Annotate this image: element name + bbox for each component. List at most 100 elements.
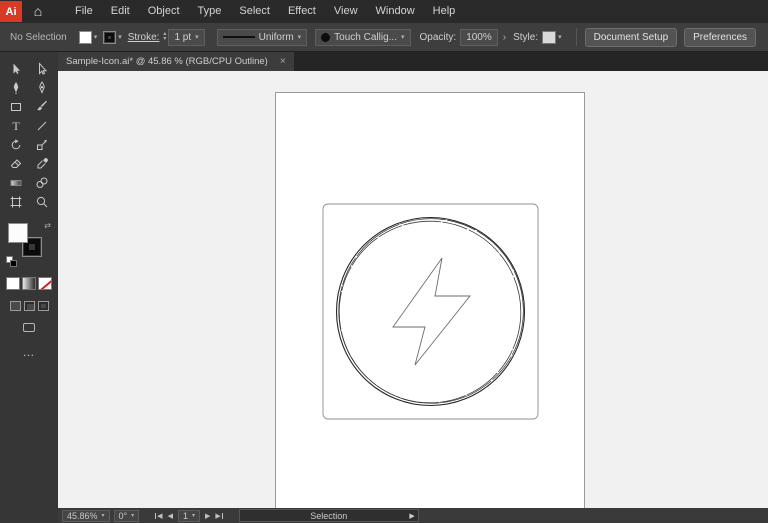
stroke-weight-value: 1 pt [174,32,191,43]
artboard-number-field[interactable]: 1 ▾ [178,510,200,522]
menu-file[interactable]: File [66,0,102,23]
type-tool-icon: T [9,119,23,133]
control-bar: No Selection ▾ ▾ Stroke: ▴ ▾ 1 pt ▾ Unif… [0,23,768,52]
pen-tool[interactable] [3,78,29,97]
home-icon[interactable]: ⌂ [24,1,52,22]
paintbrush-tool[interactable] [29,97,55,116]
chevron-down-icon[interactable]: ▾ [558,33,562,41]
chevron-down-icon[interactable]: ▾ [118,33,122,41]
edit-toolbar-button[interactable]: … [23,345,36,359]
eraser-tool-icon [9,157,23,171]
app-logo-icon[interactable]: Ai [0,1,22,22]
screen-mode-icon [23,323,35,332]
first-artboard-button[interactable]: ◀ [155,512,162,520]
brush-name: Touch Callig... [334,32,397,43]
chevron-down-icon[interactable]: ▾ [94,33,98,41]
brush-definition-select[interactable]: Touch Callig... ▾ [315,29,410,46]
zoom-tool[interactable] [29,192,55,211]
rectangle-tool-icon [9,100,23,114]
stroke-color-swatch[interactable] [103,31,116,44]
document-setup-button[interactable]: Document Setup [585,28,678,47]
menu-effect[interactable]: Effect [279,0,325,23]
previous-artboard-button[interactable]: ◀ [168,512,173,520]
draw-behind-button[interactable] [24,301,35,311]
last-artboard-button[interactable]: ▶ [215,512,222,520]
stepper-down-icon[interactable]: ▾ [163,37,166,42]
line-segment-tool[interactable] [29,116,55,135]
opacity-label: Opacity: [420,32,457,43]
curvature-tool-icon [35,81,49,95]
direct-selection-tool[interactable] [29,59,55,78]
blend-tool-icon [35,176,49,190]
chevron-down-icon[interactable]: ▾ [102,512,105,519]
menu-window[interactable]: Window [367,0,424,23]
color-button[interactable] [6,277,20,290]
graphic-style-swatch[interactable] [542,31,556,44]
fill-color-swatch[interactable] [79,31,92,44]
rounded-square-path[interactable] [323,204,538,419]
artwork [275,92,585,508]
chevron-down-icon[interactable]: ▾ [401,33,405,41]
eyedropper-tool[interactable] [29,154,55,173]
rotate-tool[interactable] [3,135,29,154]
menu-list: File Edit Object Type Select Effect View… [66,0,464,23]
type-tool[interactable]: T [3,116,29,135]
draw-inside-button[interactable] [38,301,49,311]
lightning-bolt-path[interactable] [393,258,470,365]
eraser-tool[interactable] [3,154,29,173]
width-profile-select[interactable]: Uniform ▾ [217,29,308,46]
none-button[interactable] [38,277,52,290]
pen-tool-icon [9,81,23,95]
blend-tool[interactable] [29,173,55,192]
menu-bar: Ai ⌂ File Edit Object Type Select Effect… [0,0,768,23]
rectangle-tool[interactable] [3,97,29,116]
stroke-weight-stepper[interactable]: ▴ ▾ [163,32,166,42]
opacity-value: 100% [466,32,492,43]
menu-type[interactable]: Type [189,0,231,23]
curvature-tool[interactable] [29,78,55,97]
stroke-weight-field[interactable]: 1 pt ▾ [168,29,204,46]
preferences-button[interactable]: Preferences [684,28,756,47]
stroke-preview-line [223,36,255,38]
artboard[interactable] [275,92,585,508]
color-mode-buttons [6,277,52,290]
chevron-down-icon[interactable]: ▾ [195,33,199,41]
opacity-field[interactable]: 100% [460,29,498,46]
default-fill-stroke-icon[interactable] [6,256,17,267]
menu-select[interactable]: Select [230,0,279,23]
artboard-tool[interactable] [3,192,29,211]
chevron-down-icon[interactable]: ▾ [192,512,195,519]
chevron-right-icon[interactable]: › [503,32,506,43]
gradient-tool-icon [9,176,23,190]
canvas[interactable] [58,71,768,508]
gradient-button[interactable] [22,277,36,290]
fill-indicator[interactable] [8,223,28,243]
menu-edit[interactable]: Edit [102,0,139,23]
chevron-down-icon[interactable]: ▾ [298,33,302,41]
close-icon[interactable]: × [280,56,286,67]
scale-tool[interactable] [29,135,55,154]
screen-mode-button[interactable] [23,323,35,332]
sketch-circle-path[interactable] [337,218,525,406]
status-bar: 45.86% ▾ 0° ▾ ◀ ◀ 1 ▾ ▶ ▶ Selection ▶ [58,508,768,523]
draw-normal-button[interactable] [10,301,21,311]
zoom-select[interactable]: 45.86% ▾ [62,510,110,522]
selection-status: No Selection [10,32,67,43]
document-tab[interactable]: Sample-Icon.ai* @ 45.86 % (RGB/CPU Outli… [58,52,294,71]
selection-tool[interactable] [3,59,29,78]
next-artboard-button[interactable]: ▶ [205,512,210,520]
stroke-panel-link[interactable]: Stroke: [128,32,160,43]
menu-view[interactable]: View [325,0,367,23]
menu-object[interactable]: Object [139,0,189,23]
document-tab-title: Sample-Icon.ai* @ 45.86 % (RGB/CPU Outli… [66,56,268,67]
status-menu-arrow-icon[interactable]: ▶ [409,512,414,520]
rotation-select[interactable]: 0° ▾ [114,510,140,522]
direct-selection-tool-icon [35,62,49,76]
menu-help[interactable]: Help [424,0,465,23]
scale-tool-icon [35,138,49,152]
swap-fill-stroke-icon[interactable]: ⇄ [44,221,51,230]
rotation-value: 0° [119,511,128,521]
chevron-down-icon[interactable]: ▾ [131,512,134,519]
gradient-tool[interactable] [3,173,29,192]
status-display[interactable]: Selection ▶ [239,509,419,522]
